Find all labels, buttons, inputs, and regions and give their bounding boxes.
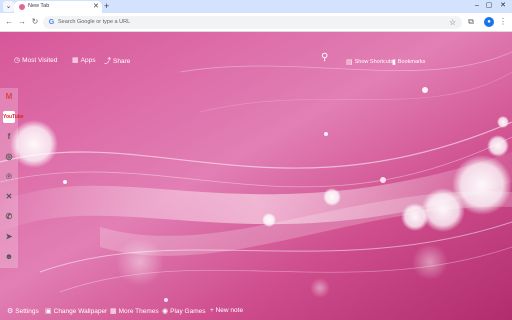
maximize-button[interactable]: ▢ — [482, 0, 496, 12]
social-sidebar: M YouTube f ◎ ℗ ✕ ✆ ➤ ☻ — [0, 88, 24, 268]
search-icon[interactable]: ⚲ — [321, 52, 328, 63]
shortcuts-icon: ▤ — [346, 59, 353, 66]
youtube-icon[interactable]: YouTube — [3, 111, 24, 123]
play-games-button[interactable]: ◉ Play Games — [162, 307, 206, 316]
tab-strip: ⌄ New Tab ✕ + – ▢ ✕ — [0, 0, 512, 13]
tab-new-tab[interactable]: New Tab ✕ — [14, 1, 102, 13]
telegram-icon[interactable]: ➤ — [3, 231, 15, 243]
most-visited-link[interactable]: ◷ Most Visited — [14, 56, 58, 65]
apps-link[interactable]: ▦ Apps — [72, 56, 96, 65]
settings-button[interactable]: ⚙ Settings — [7, 307, 39, 316]
more-themes-button[interactable]: ▦ More Themes — [110, 307, 159, 316]
share-link[interactable]: ⤴ Share — [104, 56, 130, 66]
share-icon: ⤴ — [104, 58, 111, 65]
apps-label: Apps — [80, 56, 96, 64]
menu-dots-icon[interactable]: ⋮ — [498, 16, 508, 28]
show-shortcuts-label: Show Shortcuts — [354, 59, 394, 65]
whatsapp-icon[interactable]: ✆ — [3, 211, 15, 223]
tab-title: New Tab — [28, 3, 50, 9]
extensions-icon[interactable]: ⧉ — [466, 16, 476, 28]
show-shortcuts-link[interactable]: ▤ Show Shortcuts — [346, 58, 393, 66]
change-wallpaper-label: Change Wallpaper — [53, 307, 108, 315]
reddit-icon[interactable]: ☻ — [3, 251, 15, 263]
wallpaper-background — [0, 32, 512, 320]
bookmark-star-icon[interactable]: ☆ — [449, 17, 456, 28]
back-arrow-icon[interactable]: ← — [4, 16, 14, 28]
bottom-toolbar: ⚙ Settings ▣ Change Wallpaper ▦ More The… — [0, 304, 512, 320]
gear-icon: ⚙ — [7, 308, 14, 315]
bookmarks-label: Bookmarks — [397, 59, 426, 65]
grid-icon: ▦ — [72, 57, 79, 64]
x-icon[interactable]: ✕ — [3, 191, 15, 203]
more-themes-label: More Themes — [118, 307, 159, 315]
facebook-icon[interactable]: f — [3, 131, 15, 143]
change-wallpaper-button[interactable]: ▣ Change Wallpaper — [45, 307, 108, 316]
settings-label: Settings — [15, 307, 39, 315]
play-games-label: Play Games — [170, 307, 206, 315]
most-visited-label: Most Visited — [22, 56, 58, 64]
close-window-button[interactable]: ✕ — [496, 0, 510, 12]
instagram-icon[interactable]: ◎ — [3, 151, 15, 163]
address-bar[interactable]: G Search Google or type a URL ☆ — [43, 16, 462, 29]
new-tab-button[interactable]: + — [104, 0, 109, 12]
google-icon: G — [48, 19, 55, 26]
new-note-label: + New note — [210, 307, 244, 314]
new-note-button[interactable]: + New note — [210, 307, 243, 314]
profile-avatar-icon[interactable]: ● — [484, 17, 494, 27]
gamepad-icon: ◉ — [162, 308, 169, 315]
clock-icon: ◷ — [14, 57, 21, 64]
share-label: Share — [113, 57, 131, 65]
image-icon: ▣ — [45, 308, 52, 315]
chevron-down-icon: ⌄ — [5, 3, 12, 10]
pinterest-icon[interactable]: ℗ — [3, 171, 15, 183]
address-bar-placeholder: Search Google or type a URL — [58, 19, 131, 25]
gmail-icon[interactable]: M — [3, 91, 15, 103]
bookmark-icon: ▮ — [392, 59, 396, 66]
close-icon[interactable]: ✕ — [93, 2, 99, 11]
forward-arrow-icon[interactable]: → — [17, 16, 27, 28]
tab-favicon-icon — [19, 4, 25, 10]
tab-search-button[interactable]: ⌄ — [3, 1, 14, 12]
themes-icon: ▦ — [110, 308, 117, 315]
browser-toolbar: ← → ↻ G Search Google or type a URL ☆ ⧉ … — [0, 13, 512, 32]
new-tab-page: ◷ Most Visited ▦ Apps ⤴ Share ⚲ ▤ Show S… — [0, 32, 512, 320]
reload-icon[interactable]: ↻ — [30, 16, 40, 28]
bookmarks-link[interactable]: ▮ Bookmarks — [392, 58, 425, 66]
